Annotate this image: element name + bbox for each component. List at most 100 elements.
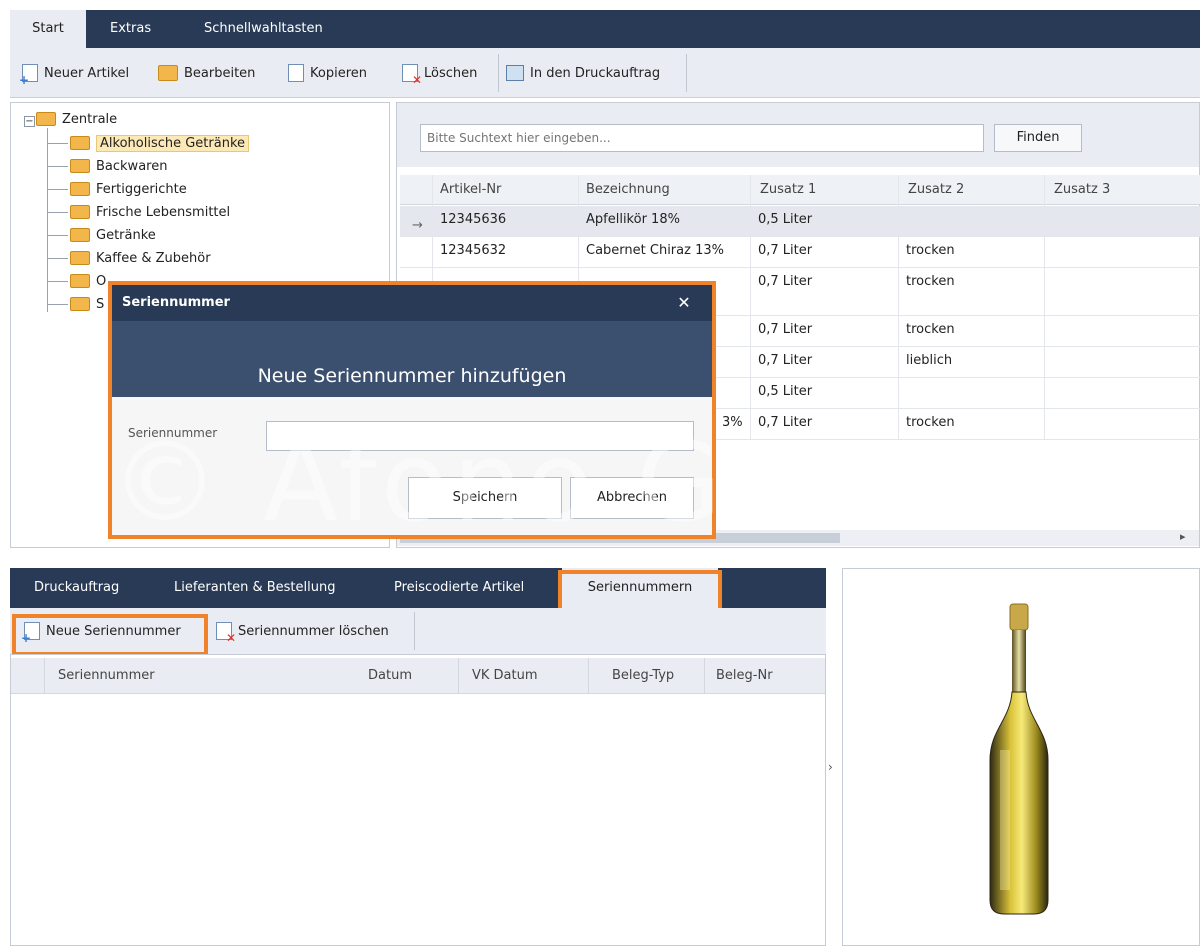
table-row[interactable]: 12345636 Apfellikör 18% 0,5 Liter [400,206,1200,237]
cell-artikel-nr: 12345632 [440,243,507,258]
tab-druckauftrag[interactable]: Druckauftrag [20,568,133,608]
serial-number-grid [10,654,826,946]
grid-column-divider [588,658,589,694]
delete-serial-label: Seriennummer löschen [238,623,389,639]
folder-icon [36,112,56,126]
tree-root-item[interactable]: Zentrale [36,108,117,130]
column-header-artikel-nr[interactable]: Artikel-Nr [432,175,501,205]
new-article-label: Neuer Artikel [44,65,130,81]
cancel-button[interactable]: Abbrechen [570,477,694,519]
folder-icon [70,274,90,288]
tab-schnellwahltasten[interactable]: Schnellwahltasten [190,10,337,48]
cell-bezeichnung: Apfellikör 18% [586,212,680,227]
tree-item-backwaren[interactable]: Backwaren [48,155,167,177]
tree-item-label: Fertiggerichte [96,181,187,197]
copy-button[interactable]: Kopieren [288,62,367,84]
column-header-beleg-nr[interactable]: Beleg-Nr [716,658,773,694]
new-document-icon [19,64,38,87]
tree-item-label: O [96,273,107,289]
find-button[interactable]: Finden [994,124,1082,152]
new-article-button[interactable]: Neuer Artikel [19,62,130,87]
column-header-zusatz-3[interactable]: Zusatz 3 [1046,175,1110,205]
table-row[interactable]: 12345632 Cabernet Chiraz 13% 0,7 Liter t… [400,237,1200,268]
dialog-heading: Neue Seriennummer hinzufügen [112,321,712,397]
scroll-right-arrow-icon[interactable]: ▸ [1180,530,1186,543]
delete-label: Löschen [424,65,478,81]
delete-button[interactable]: Löschen [402,62,478,87]
bottle-image [989,603,1049,915]
tree-item-o[interactable]: O [48,270,106,292]
cell-zusatz-1: 0,7 Liter [758,274,813,289]
column-header-seriennummer[interactable]: Seriennummer [58,658,155,694]
delete-serial-number-button[interactable]: Seriennummer löschen [216,620,389,645]
tree-item-label: S [96,296,105,312]
tree-root-label: Zentrale [62,111,118,127]
save-button[interactable]: Speichern [408,477,562,519]
folder-edit-icon [158,65,178,81]
tab-extras[interactable]: Extras [96,10,165,48]
serial-number-input[interactable] [266,421,694,451]
tree-item-alkoholische-getraenke[interactable]: Alkoholische Getränke [48,132,250,154]
cell-zusatz-1: 0,7 Liter [758,243,813,258]
cell-zusatz-2 [898,206,906,236]
folder-icon [70,159,90,173]
search-input[interactable] [420,124,984,152]
folder-icon [70,136,90,150]
column-header-zusatz-2[interactable]: Zusatz 2 [900,175,964,205]
splitter-expand-icon[interactable]: › [828,760,833,774]
tab-preiscodierte-artikel[interactable]: Preiscodierte Artikel [380,568,538,608]
main-toolbar: Neuer Artikel Bearbeiten Kopieren Lösche… [10,48,1200,98]
tree-item-label: Frische Lebensmittel [96,204,231,220]
cell-zusatz-1: 0,7 Liter [758,415,813,430]
tree-item-kaffee-zubehoer[interactable]: Kaffee & Zubehör [48,247,211,269]
tree-item-label: Backwaren [96,158,168,174]
grid-column-divider [458,658,459,694]
edit-button[interactable]: Bearbeiten [158,62,255,84]
column-header-datum[interactable]: Datum [368,658,412,694]
cell-zusatz-1: 0,5 Liter [758,384,813,399]
column-header-zusatz-1[interactable]: Zusatz 1 [752,175,816,205]
cell-artikel-nr: 12345636 [440,212,507,227]
collapse-expander-icon[interactable]: − [24,116,35,127]
cell-zusatz-1: 0,7 Liter [758,353,813,368]
tree-item-label: Kaffee & Zubehör [96,250,211,266]
copy-label: Kopieren [310,65,367,81]
ribbon-tab-bar: Start Extras Schnellwahltasten [10,10,1200,48]
column-header-vk-datum[interactable]: VK Datum [472,658,538,694]
cell-zusatz-2 [898,378,906,408]
column-header-bezeichnung[interactable]: Bezeichnung [578,175,670,205]
toolbar-divider [414,612,415,650]
cell-zusatz-2: trocken [906,322,955,337]
cell-bezeichnung: Cabernet Chiraz 13% [586,243,724,258]
tree-item-fertiggerichte[interactable]: Fertiggerichte [48,178,187,200]
add-to-print-job-button[interactable]: In den Druckauftrag [506,62,660,84]
cell-zusatz-1: 0,5 Liter [758,212,813,227]
print-job-icon [506,65,524,81]
print-job-label: In den Druckauftrag [530,65,661,81]
grid-column-divider [44,658,45,694]
folder-icon [70,205,90,219]
cell-zusatz-2: trocken [906,415,955,430]
cell-bezeichnung: 3% [722,415,743,430]
tree-item-frische-lebensmittel[interactable]: Frische Lebensmittel [48,201,230,223]
toolbar-divider [498,54,499,92]
cell-zusatz-2: lieblich [906,353,953,368]
delete-icon [216,622,236,645]
highlight-frame [12,614,208,656]
copy-icon [288,64,304,82]
tree-item-label: Getränke [96,227,156,243]
tree-item-getraenke[interactable]: Getränke [48,224,156,246]
grid-column-divider [704,658,705,694]
tree-item-s[interactable]: S [48,293,104,315]
dialog-title: Seriennummer [112,285,712,321]
cell-zusatz-2: trocken [906,274,955,289]
cell-zusatz-1: 0,7 Liter [758,322,813,337]
tab-start[interactable]: Start [10,10,86,48]
serial-number-label: Seriennummer [128,426,218,440]
delete-icon [402,64,422,87]
tab-lieferanten-bestellung[interactable]: Lieferanten & Bestellung [160,568,349,608]
cell-zusatz-2: trocken [906,243,955,258]
column-header-beleg-typ[interactable]: Beleg-Typ [612,658,674,694]
edit-label: Bearbeiten [184,65,256,81]
close-icon[interactable]: ✕ [672,285,696,321]
